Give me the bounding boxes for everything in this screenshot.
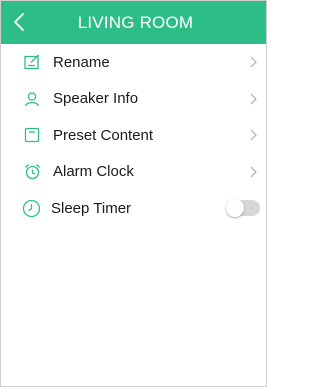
menu-item-speaker-info[interactable]: Speaker Info (1, 81, 266, 118)
edit-icon (23, 53, 41, 71)
timer-icon (21, 198, 41, 218)
settings-screen: LIVING ROOM Rename Speaker Info Preset C… (0, 0, 267, 387)
settings-menu: Rename Speaker Info Preset Content Alarm… (1, 44, 266, 227)
menu-item-label: Speaker Info (53, 90, 139, 108)
menu-item-label: Alarm Clock (53, 163, 134, 181)
menu-item-rename[interactable]: Rename (1, 44, 266, 81)
chevron-right-icon (248, 165, 258, 179)
chevron-right-icon (248, 55, 258, 69)
toggle-knob (226, 199, 244, 218)
menu-item-label: Rename (53, 53, 110, 71)
header-bar: LIVING ROOM (1, 1, 266, 44)
alarm-clock-icon (23, 163, 41, 181)
user-icon (23, 90, 41, 108)
sleep-timer-toggle[interactable] (226, 199, 260, 218)
menu-item-alarm-clock[interactable]: Alarm Clock (1, 154, 266, 191)
preset-icon (23, 126, 41, 144)
chevron-right-icon (248, 92, 258, 106)
menu-item-sleep-timer: Sleep Timer (1, 190, 266, 227)
chevron-right-icon (248, 128, 258, 142)
menu-item-preset-content[interactable]: Preset Content (1, 117, 266, 154)
menu-item-label: Preset Content (53, 126, 154, 144)
page-title: LIVING ROOM (77, 13, 194, 32)
menu-item-label: Sleep Timer (51, 199, 132, 217)
